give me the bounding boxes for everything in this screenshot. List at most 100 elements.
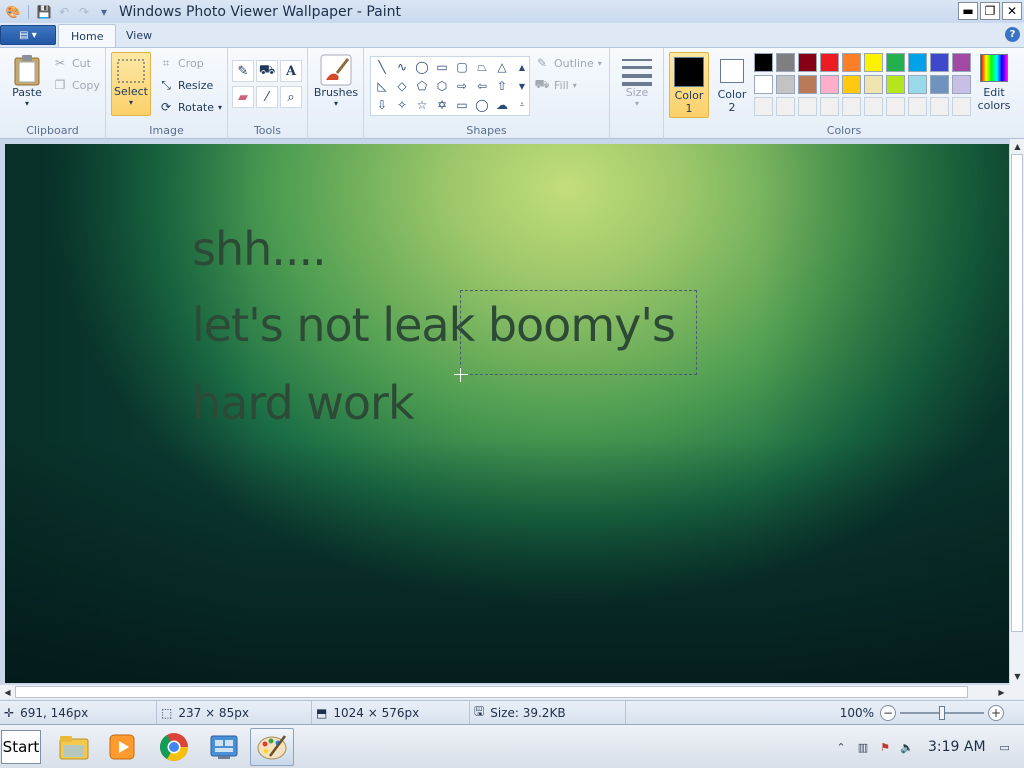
show-hidden-icons-icon[interactable]: ⌃ (832, 738, 850, 756)
scroll-left-arrow-icon[interactable]: ◀ (0, 685, 15, 700)
down-arrow-shape-icon[interactable]: ⇩ (372, 96, 392, 114)
zoom-slider[interactable] (900, 705, 984, 721)
brushes-button[interactable]: Brushes ▾ (314, 54, 358, 108)
control-panel-taskbar-icon[interactable] (202, 728, 246, 766)
palette-swatch[interactable] (930, 53, 949, 72)
polygon-shape-icon[interactable]: ⏢ (472, 58, 492, 76)
paste-button[interactable]: Paste ▾ (8, 54, 46, 108)
oval-callout-shape-icon[interactable]: ◯ (472, 96, 492, 114)
drawing-canvas[interactable]: shh.... let's not leak boomy's hard work (5, 144, 1009, 683)
minimize-button[interactable]: ▬ (958, 2, 978, 20)
scroll-up-arrow-icon[interactable]: ▲ (1010, 139, 1024, 154)
tab-view[interactable]: View (114, 24, 164, 47)
eraser-icon[interactable]: ▰ (232, 86, 254, 108)
select-button[interactable]: Select ▾ (111, 52, 151, 116)
line-shape-icon[interactable]: ╲ (372, 58, 392, 76)
scroll-down-arrow-icon[interactable]: ▼ (1010, 669, 1024, 684)
tab-home[interactable]: Home (58, 24, 117, 47)
rectangle-shape-icon[interactable]: ▭ (432, 58, 452, 76)
show-desktop-icon[interactable]: ▭ (996, 738, 1014, 756)
text-tool-icon[interactable]: A (280, 60, 302, 82)
file-explorer-taskbar-icon[interactable] (52, 728, 96, 766)
fill-bucket-icon[interactable]: ⛟ (256, 60, 278, 82)
palette-swatch[interactable] (798, 53, 817, 72)
save-icon[interactable]: 💾 (35, 3, 53, 21)
palette-swatch[interactable] (842, 75, 861, 94)
color2-button[interactable]: Color 2 (712, 52, 752, 118)
palette-swatch[interactable] (952, 53, 971, 72)
horizontal-scrollbar[interactable]: ◀ ▶ (0, 684, 1009, 699)
zoom-in-icon[interactable]: + (988, 704, 1004, 721)
vertical-scrollbar[interactable]: ▲ ▼ (1009, 139, 1024, 684)
selection-rectangle[interactable] (460, 290, 697, 375)
curve-shape-icon[interactable]: ∿ (392, 58, 412, 76)
rotate-button[interactable]: ⟳ Rotate ▾ (158, 99, 222, 115)
paint-app-icon[interactable]: 🎨 (4, 3, 22, 21)
palette-swatch[interactable] (886, 53, 905, 72)
diamond-shape-icon[interactable]: ◇ (392, 77, 412, 95)
palette-swatch[interactable] (908, 75, 927, 94)
scroll-down-icon[interactable]: ▼ (512, 77, 532, 95)
pencil-icon[interactable]: ✎ (232, 60, 254, 82)
resize-button[interactable]: ⤡ Resize (158, 77, 213, 93)
rounded-rectangle-shape-icon[interactable]: ▢ (452, 58, 472, 76)
palette-swatch[interactable] (820, 75, 839, 94)
scroll-up-icon[interactable]: ▲ (512, 58, 532, 76)
clock[interactable]: 3:19 AM (928, 739, 986, 755)
media-player-taskbar-icon[interactable] (100, 728, 144, 766)
palette-swatch[interactable] (930, 75, 949, 94)
palette-swatch[interactable] (776, 53, 795, 72)
help-icon[interactable]: ? (1005, 27, 1020, 42)
palette-swatch[interactable] (864, 75, 883, 94)
paint-menu-button[interactable]: ▤ ▾ (0, 25, 56, 45)
restore-button[interactable]: ❐ (980, 2, 1000, 20)
zoom-slider-knob[interactable] (939, 705, 945, 720)
undo-icon[interactable]: ↶ (55, 3, 73, 21)
hexagon-shape-icon[interactable]: ⬡ (432, 77, 452, 95)
redo-icon[interactable]: ↷ (75, 3, 93, 21)
color-picker-icon[interactable]: ⁄ (256, 86, 278, 108)
action-center-icon[interactable]: ⚑ (876, 738, 894, 756)
palette-swatch[interactable] (908, 53, 927, 72)
five-point-star-shape-icon[interactable]: ☆ (412, 96, 432, 114)
cut-button[interactable]: ✂ Cut (52, 55, 91, 71)
fill-button[interactable]: ⛟ Fill ▾ (534, 77, 576, 93)
four-point-star-shape-icon[interactable]: ✧ (392, 96, 412, 114)
rounded-callout-shape-icon[interactable]: ▭ (452, 96, 472, 114)
palette-swatch[interactable] (842, 53, 861, 72)
left-arrow-shape-icon[interactable]: ⇦ (472, 77, 492, 95)
pentagon-shape-icon[interactable]: ⬠ (412, 77, 432, 95)
palette-swatch[interactable] (776, 75, 795, 94)
vertical-scroll-thumb[interactable] (1011, 154, 1023, 632)
copy-button[interactable]: ❐ Copy (52, 77, 100, 93)
palette-swatch[interactable] (886, 75, 905, 94)
horizontal-scroll-thumb[interactable] (15, 686, 968, 698)
cloud-callout-shape-icon[interactable]: ☁ (492, 96, 512, 114)
crop-button[interactable]: ⌗ Crop (158, 55, 204, 71)
close-button[interactable]: ✕ (1002, 2, 1022, 20)
palette-swatch[interactable] (864, 53, 883, 72)
magnifier-icon[interactable]: ⌕ (280, 86, 302, 108)
paint-taskbar-icon[interactable] (250, 728, 294, 766)
volume-icon[interactable]: 🔈 (898, 738, 916, 756)
chrome-taskbar-icon[interactable] (152, 728, 196, 766)
color1-button[interactable]: Color 1 (669, 52, 709, 118)
scroll-right-arrow-icon[interactable]: ▶ (994, 685, 1009, 700)
palette-swatch[interactable] (754, 53, 773, 72)
size-button[interactable]: Size ▾ (618, 56, 656, 108)
expand-gallery-icon[interactable]: ⩡ (512, 96, 532, 114)
six-point-star-shape-icon[interactable]: ✡ (432, 96, 452, 114)
start-button[interactable]: Start (1, 730, 41, 764)
up-arrow-shape-icon[interactable]: ⇧ (492, 77, 512, 95)
zoom-out-icon[interactable]: − (880, 704, 896, 721)
edit-colors-button[interactable]: Edit colors (976, 54, 1012, 112)
right-arrow-shape-icon[interactable]: ⇨ (452, 77, 472, 95)
customize-toolbar-icon[interactable]: ▾ (95, 3, 113, 21)
palette-swatch[interactable] (952, 75, 971, 94)
outline-button[interactable]: ✎ Outline ▾ (534, 55, 602, 71)
palette-swatch[interactable] (820, 53, 839, 72)
palette-swatch[interactable] (798, 75, 817, 94)
right-triangle-shape-icon[interactable]: ◺ (372, 77, 392, 95)
oval-shape-icon[interactable]: ◯ (412, 58, 432, 76)
network-icon[interactable]: ▥ (854, 738, 872, 756)
